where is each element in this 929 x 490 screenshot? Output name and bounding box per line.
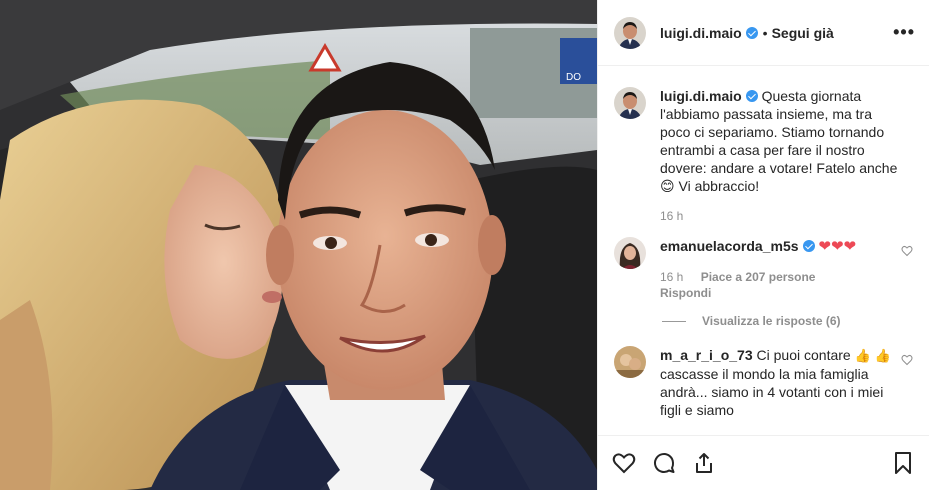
more-options-icon[interactable]: ••• [893,22,915,43]
following-button[interactable]: Segui già [772,25,834,41]
avatar-image [614,237,646,269]
caption-avatar[interactable] [614,87,646,119]
like-comment-icon[interactable] [901,354,913,366]
commenter-avatar[interactable] [614,237,646,269]
road-sign-text: DO [566,72,581,83]
caption-body-end: Vi abbraccio! [678,178,760,194]
like-comment-icon[interactable] [901,245,913,257]
comment-body-continued: cascasse il mondo la mia famiglia andrà.… [660,366,884,418]
replies-divider [662,320,686,322]
post-photo[interactable]: DO [0,0,597,490]
caption: luigi.di.maio Questa giornata l'abbiamo … [614,87,913,223]
thumbs-up-emoji: 👍 [874,348,891,363]
view-replies-button[interactable]: Visualizza le risposte (6) [662,314,913,328]
commenter-username[interactable]: m_a_r_i_o_73 [660,347,753,363]
caption-username[interactable]: luigi.di.maio [660,88,742,104]
comment-time[interactable]: 16 h [660,270,683,284]
smile-emoji: 😊 [660,178,675,194]
share-icon[interactable] [692,451,716,475]
comment-text: m_a_r_i_o_73 Ci puoi contare 👍 👍 cascasse… [660,346,900,419]
comment-bubble-icon[interactable] [652,451,676,475]
instagram-post: DO luigi.di.maio • Segui già ••• luigi.d… [0,0,929,490]
commenter-avatar[interactable] [614,346,646,378]
separator-dot: • [762,24,768,41]
author-username[interactable]: luigi.di.maio [660,25,742,41]
post-side-panel: luigi.di.maio • Segui già ••• luigi.di.m… [597,0,929,490]
caption-text: luigi.di.maio Questa giornata l'abbiamo … [660,87,900,195]
reply-button[interactable]: Rispondi [660,286,886,300]
caption-time[interactable]: 16 h [660,209,683,223]
view-replies-label: Visualizza le risposte (6) [702,314,841,328]
comment-body: Ci puoi contare [756,347,851,363]
post-header: luigi.di.maio • Segui già ••• [598,0,929,66]
commenter-username[interactable]: emanuelacorda_m5s [660,238,799,254]
caption-meta: 16 h [660,209,900,223]
comment-item: m_a_r_i_o_73 Ci puoi contare 👍 👍 cascasse… [614,346,913,419]
comment-text: emanuelacorda_m5s ❤❤❤ [660,237,900,256]
action-bar [598,435,929,490]
thumbs-up-emoji: 👍 [854,348,871,363]
author-avatar[interactable] [614,16,646,49]
avatar-image [614,87,646,119]
avatar-image [614,346,646,378]
selfie-image: DO [0,0,597,490]
avatar-image [614,16,646,49]
comment-item: emanuelacorda_m5s ❤❤❤ 16 h Piace a 207 p… [614,237,913,300]
verified-badge-icon [745,26,758,39]
like-heart-icon[interactable] [612,451,636,475]
comment-meta: 16 h Piace a 207 persone Rispondi [660,270,900,300]
save-bookmark-icon[interactable] [891,451,915,475]
verified-badge-icon [802,240,815,252]
verified-badge-icon [745,90,758,102]
hearts-emoji: ❤❤❤ [818,238,857,255]
comment-likes[interactable]: Piace a 207 persone [701,270,816,284]
comments-list[interactable]: luigi.di.maio Questa giornata l'abbiamo … [598,67,929,435]
